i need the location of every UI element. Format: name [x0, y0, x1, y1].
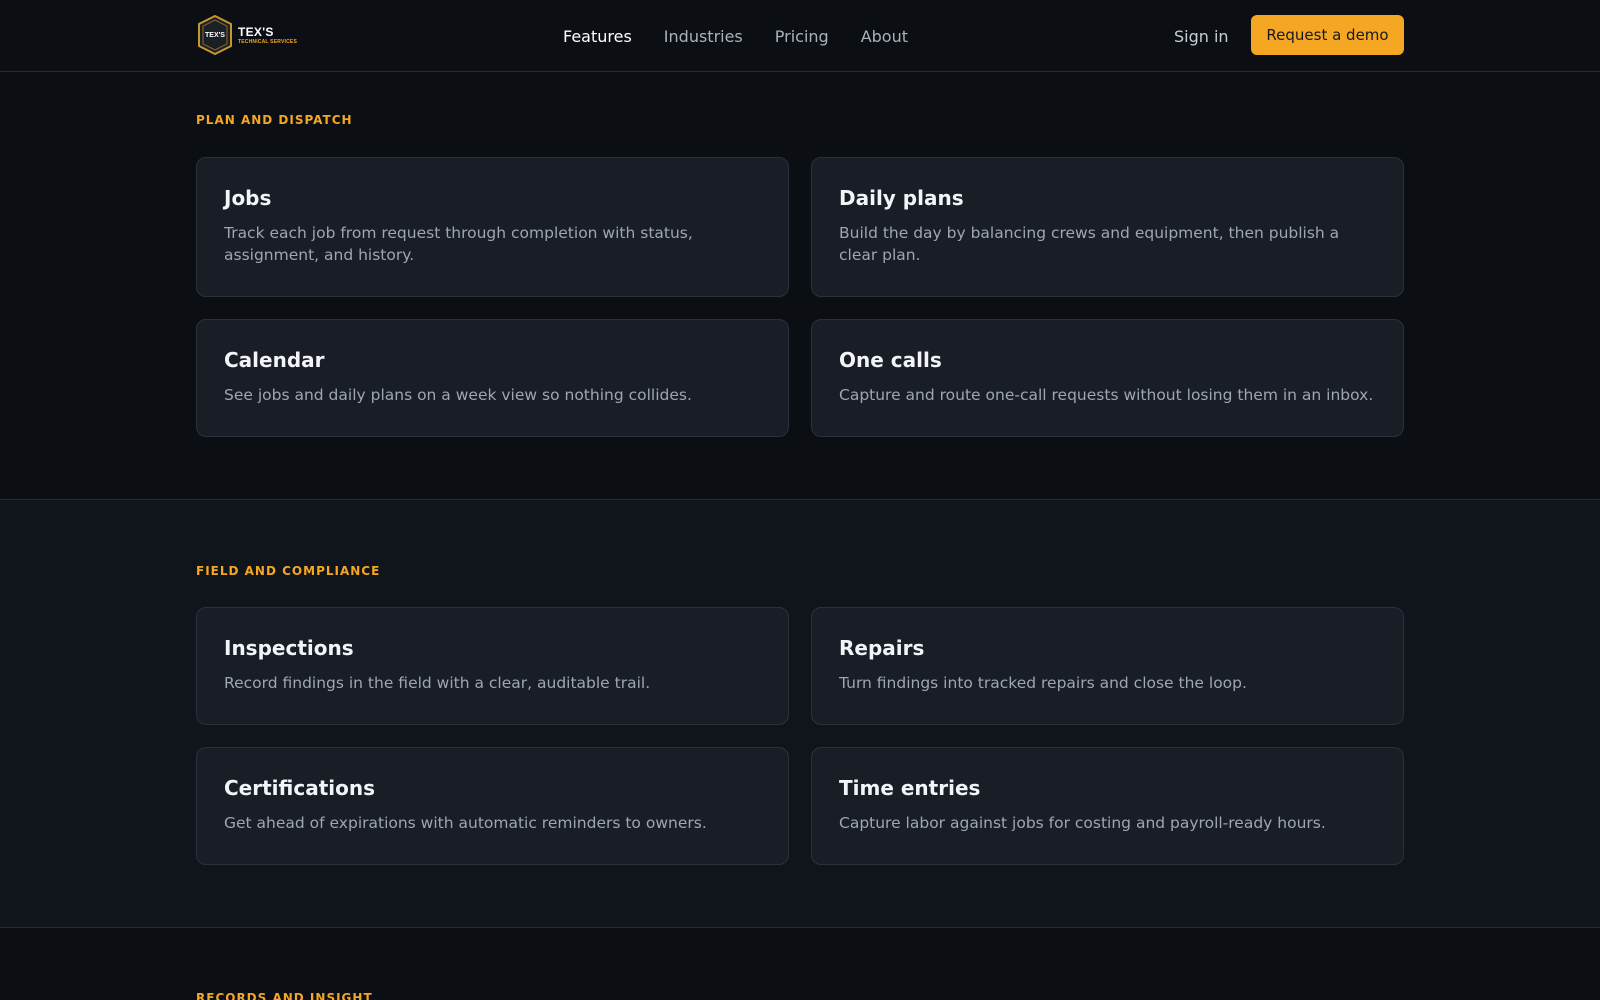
feature-card-one-calls[interactable]: One calls Capture and route one-call req… [811, 319, 1404, 437]
nav-item-industries[interactable]: Industries [664, 27, 743, 46]
nav-item-features[interactable]: Features [563, 27, 632, 46]
card-title: Time entries [839, 776, 981, 800]
feature-card-repairs[interactable]: Repairs Turn findings into tracked repai… [811, 607, 1404, 725]
brand-logo[interactable]: TEX'S TEX'S TECHNICAL SERVICES [196, 15, 297, 55]
card-title: Inspections [224, 636, 354, 660]
feature-card-certifications[interactable]: Certifications Get ahead of expirations … [196, 747, 789, 865]
feature-card-time-entries[interactable]: Time entries Capture labor against jobs … [811, 747, 1404, 865]
card-title: Jobs [224, 186, 272, 210]
section-records-and-insight: RECORDS AND INSIGHT [0, 928, 1600, 1000]
card-description: Turn findings into tracked repairs and c… [839, 674, 1247, 692]
feature-card-calendar[interactable]: Calendar See jobs and daily plans on a w… [196, 319, 789, 437]
section-eyebrow: RECORDS AND INSIGHT [196, 991, 373, 1000]
nav-item-pricing[interactable]: Pricing [775, 27, 829, 46]
section-eyebrow: PLAN AND DISPATCH [196, 113, 353, 127]
card-title: Daily plans [839, 186, 964, 210]
section-plan-and-dispatch: PLAN AND DISPATCH Jobs Track each job fr… [0, 72, 1600, 500]
card-title: Calendar [224, 348, 325, 372]
shield-badge-logo-icon: TEX'S [198, 15, 232, 55]
card-title: Certifications [224, 776, 375, 800]
card-description: Build the day by balancing crews and equ… [839, 224, 1340, 264]
nav-item-about[interactable]: About [861, 27, 908, 46]
card-description: Track each job from request through comp… [224, 224, 693, 264]
svg-text:TEX'S: TEX'S [205, 32, 225, 39]
brand-tagline: TECHNICAL SERVICES [238, 38, 297, 45]
feature-card-daily-plans[interactable]: Daily plans Build the day by balancing c… [811, 157, 1404, 297]
sign-in-link[interactable]: Sign in [1174, 0, 1229, 72]
brand-name: TEX'S [238, 24, 274, 39]
brand-wordmark: TEX'S TECHNICAL SERVICES [238, 26, 297, 45]
card-description: Get ahead of expirations with automatic … [224, 814, 707, 832]
section-eyebrow: FIELD AND COMPLIANCE [196, 564, 381, 578]
feature-card-inspections[interactable]: Inspections Record findings in the field… [196, 607, 789, 725]
card-description: Capture labor against jobs for costing a… [839, 814, 1326, 832]
feature-card-jobs[interactable]: Jobs Track each job from request through… [196, 157, 789, 297]
card-description: Record findings in the field with a clea… [224, 674, 651, 692]
card-description: Capture and route one-call requests with… [839, 386, 1374, 404]
primary-nav: Features Industries Pricing About [563, 0, 940, 72]
card-description: See jobs and daily plans on a week view … [224, 386, 692, 404]
section-field-and-compliance: FIELD AND COMPLIANCE Inspections Record … [0, 500, 1600, 928]
request-demo-button[interactable]: Request a demo [1251, 15, 1404, 55]
top-navigation-bar: TEX'S TEX'S TECHNICAL SERVICES Features … [0, 0, 1600, 72]
card-title: One calls [839, 348, 942, 372]
card-title: Repairs [839, 636, 925, 660]
